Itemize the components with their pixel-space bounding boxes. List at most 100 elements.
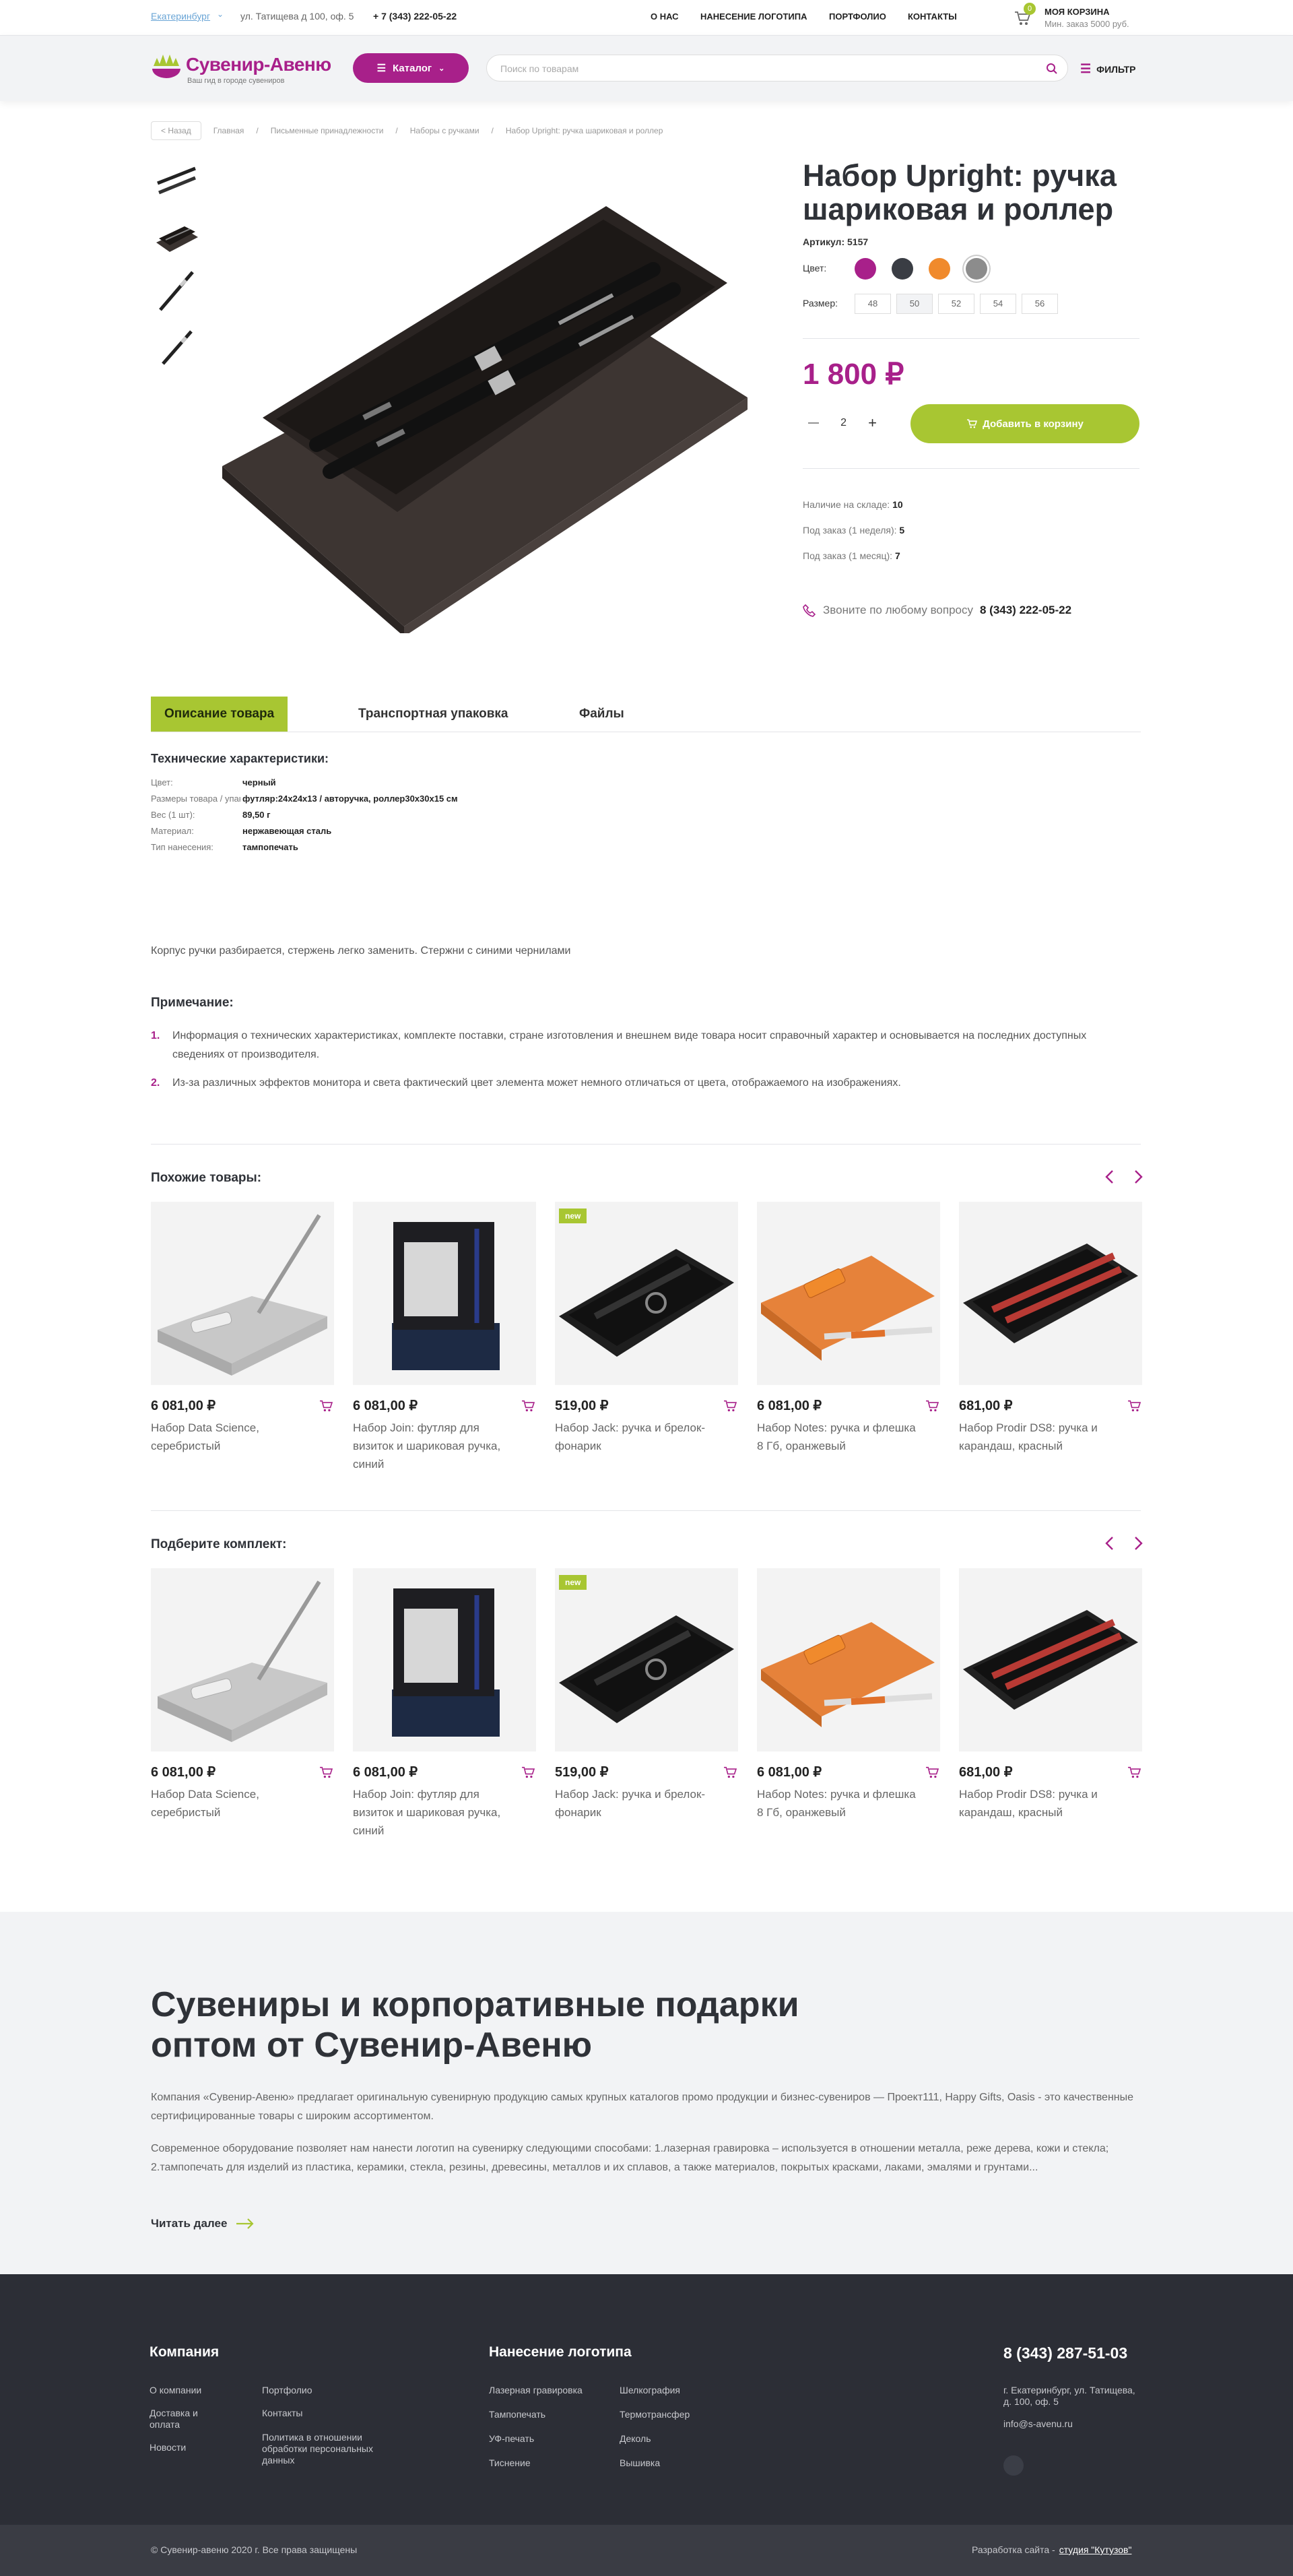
arrow-right-icon[interactable] bbox=[1129, 1535, 1146, 1552]
chevron-down-icon[interactable]: ⌄ bbox=[217, 9, 224, 19]
nav-portfolio[interactable]: ПОРТФОЛИО bbox=[829, 11, 886, 22]
product-card-image[interactable]: new bbox=[555, 1202, 738, 1385]
add-to-cart-icon[interactable] bbox=[319, 1400, 333, 1412]
size-option[interactable]: 52 bbox=[938, 294, 974, 314]
product-card-name[interactable]: Набор Data Science, серебристый bbox=[151, 1419, 312, 1455]
footer-link[interactable]: Контакты bbox=[262, 2408, 302, 2419]
arrow-left-icon[interactable] bbox=[1102, 1168, 1119, 1186]
footer-link[interactable]: Деколь bbox=[620, 2433, 651, 2445]
size-option[interactable]: 54 bbox=[980, 294, 1016, 314]
product-card[interactable]: 6 081,00 ₽ Набор Data Science, серебрист… bbox=[151, 1568, 334, 1819]
footer-link[interactable]: УФ-печать bbox=[489, 2433, 534, 2445]
search-input[interactable]: Поиск по товарам bbox=[486, 55, 1068, 82]
size-option[interactable]: 48 bbox=[855, 294, 891, 314]
read-more-link[interactable]: Читать далее bbox=[151, 2217, 254, 2230]
cart-title[interactable]: МОЯ КОРЗИНА bbox=[1045, 7, 1110, 17]
product-card[interactable]: 6 081,00 ₽ Набор Join: футляр для визито… bbox=[353, 1568, 536, 1837]
catalog-button[interactable]: ☰ Каталог ⌄ bbox=[353, 53, 469, 83]
logo-icon[interactable] bbox=[150, 50, 183, 79]
breadcrumb-writing[interactable]: Письменные принадлежности bbox=[271, 126, 384, 135]
tab-packaging[interactable]: Транспортная упаковка bbox=[358, 697, 508, 732]
footer-link[interactable]: Шелкография bbox=[620, 2385, 680, 2396]
logo-text[interactable]: Сувенир-Авеню bbox=[186, 54, 331, 75]
product-card-image[interactable] bbox=[757, 1202, 940, 1385]
color-swatch-gray[interactable] bbox=[966, 258, 987, 280]
arrow-right-icon[interactable] bbox=[1129, 1168, 1146, 1186]
product-card-name[interactable]: Набор Join: футляр для визиток и шариков… bbox=[353, 1785, 515, 1840]
footer-link[interactable]: Политика в отношении обработки персональ… bbox=[262, 2432, 397, 2466]
nav-contacts[interactable]: КОНТАКТЫ bbox=[908, 11, 957, 22]
tab-description[interactable]: Описание товара bbox=[151, 697, 288, 732]
qty-plus-button[interactable]: + bbox=[863, 414, 882, 432]
add-to-cart-icon[interactable] bbox=[723, 1766, 737, 1778]
footer-link[interactable]: Вышивка bbox=[620, 2457, 660, 2469]
add-to-cart-icon[interactable] bbox=[1127, 1400, 1141, 1412]
header-phone[interactable]: + 7 (343) 222-05-22 bbox=[373, 11, 457, 22]
product-card-name[interactable]: Набор Join: футляр для визиток и шариков… bbox=[353, 1419, 515, 1473]
product-thumbnail[interactable] bbox=[151, 210, 202, 261]
product-main-image[interactable] bbox=[216, 162, 754, 633]
add-to-cart-button[interactable]: Добавить в корзину bbox=[910, 404, 1139, 443]
qty-value[interactable]: 2 bbox=[840, 417, 847, 429]
nav-logo-printing[interactable]: НАНЕСЕНИЕ ЛОГОТИПА bbox=[700, 11, 807, 22]
footer-phone[interactable]: 8 (343) 287-51-03 bbox=[1003, 2344, 1127, 2362]
product-card-name[interactable]: Набор Jack: ручка и брелок-фонарик bbox=[555, 1419, 717, 1455]
add-to-cart-icon[interactable] bbox=[723, 1400, 737, 1412]
footer-link[interactable]: Лазерная гравировка bbox=[489, 2385, 583, 2396]
product-card-name[interactable]: Набор Notes: ручка и флешка 8 Гб, оранже… bbox=[757, 1419, 919, 1455]
breadcrumb-home[interactable]: Главная bbox=[213, 126, 244, 135]
product-card-image[interactable] bbox=[151, 1568, 334, 1751]
add-to-cart-icon[interactable] bbox=[521, 1766, 535, 1778]
product-card-name[interactable]: Набор Prodir DS8: ручка и карандаш, крас… bbox=[959, 1419, 1121, 1455]
product-card-image[interactable]: new bbox=[555, 1568, 738, 1751]
quantity-stepper[interactable]: — 2 + bbox=[803, 410, 882, 437]
product-card[interactable]: 6 081,00 ₽ Набор Join: футляр для визито… bbox=[353, 1202, 536, 1471]
color-swatch-orange[interactable] bbox=[929, 258, 950, 280]
product-card-image[interactable] bbox=[353, 1202, 536, 1385]
footer-link[interactable]: О компании bbox=[150, 2385, 201, 2396]
product-card[interactable]: 681,00 ₽ Набор Prodir DS8: ручка и каран… bbox=[959, 1568, 1142, 1819]
product-card-image[interactable] bbox=[151, 1202, 334, 1385]
size-option-selected[interactable]: 50 bbox=[896, 294, 933, 314]
product-card[interactable]: 6 081,00 ₽ Набор Notes: ручка и флешка 8… bbox=[757, 1202, 940, 1452]
city-selector[interactable]: Екатеринбург bbox=[151, 11, 210, 22]
footer-email[interactable]: info@s-avenu.ru bbox=[1003, 2418, 1073, 2430]
color-swatch-dark[interactable] bbox=[892, 258, 913, 280]
product-card[interactable]: 681,00 ₽ Набор Prodir DS8: ручка и каран… bbox=[959, 1202, 1142, 1452]
add-to-cart-icon[interactable] bbox=[925, 1400, 939, 1412]
breadcrumb-pen-sets[interactable]: Наборы с ручками bbox=[410, 126, 479, 135]
size-option[interactable]: 56 bbox=[1022, 294, 1058, 314]
footer-link[interactable]: Портфолио bbox=[262, 2385, 312, 2396]
product-card-image[interactable] bbox=[959, 1202, 1142, 1385]
product-card-name[interactable]: Набор Jack: ручка и брелок-фонарик bbox=[555, 1785, 717, 1822]
nav-about[interactable]: О НАС bbox=[651, 11, 679, 22]
product-card[interactable]: new 519,00 ₽ Набор Jack: ручка и брелок-… bbox=[555, 1202, 738, 1452]
footer-link[interactable]: Тампопечать bbox=[489, 2409, 545, 2420]
product-card-name[interactable]: Набор Notes: ручка и флешка 8 Гб, оранже… bbox=[757, 1785, 919, 1822]
call-phone[interactable]: 8 (343) 222-05-22 bbox=[980, 604, 1071, 617]
footer-link[interactable]: Доставка и оплата bbox=[150, 2408, 203, 2430]
tab-files[interactable]: Файлы bbox=[579, 697, 624, 732]
product-card-image[interactable] bbox=[757, 1568, 940, 1751]
footer-link[interactable]: Термотрансфер bbox=[620, 2409, 690, 2420]
social-icon[interactable] bbox=[1003, 2455, 1024, 2476]
arrow-left-icon[interactable] bbox=[1102, 1535, 1119, 1552]
footer-link[interactable]: Тиснение bbox=[489, 2457, 531, 2469]
developer-link[interactable]: студия "Кутузов" bbox=[1059, 2544, 1132, 2556]
add-to-cart-icon[interactable] bbox=[1127, 1766, 1141, 1778]
add-to-cart-icon[interactable] bbox=[319, 1766, 333, 1778]
product-thumbnail[interactable] bbox=[151, 155, 202, 206]
product-card-name[interactable]: Набор Data Science, серебристый bbox=[151, 1785, 312, 1822]
qty-minus-button[interactable]: — bbox=[803, 417, 824, 429]
product-card-name[interactable]: Набор Prodir DS8: ручка и карандаш, крас… bbox=[959, 1785, 1121, 1822]
color-swatch-magenta[interactable] bbox=[855, 258, 876, 280]
add-to-cart-icon[interactable] bbox=[521, 1400, 535, 1412]
product-card[interactable]: 6 081,00 ₽ Набор Notes: ручка и флешка 8… bbox=[757, 1568, 940, 1819]
product-card[interactable]: 6 081,00 ₽ Набор Data Science, серебрист… bbox=[151, 1202, 334, 1452]
product-thumbnail[interactable] bbox=[151, 265, 202, 317]
search-icon[interactable] bbox=[1046, 63, 1058, 75]
footer-link[interactable]: Новости bbox=[150, 2442, 186, 2453]
product-thumbnail[interactable] bbox=[151, 321, 202, 372]
filter-button[interactable]: ☰ ФИЛЬТР bbox=[1080, 62, 1136, 76]
add-to-cart-icon[interactable] bbox=[925, 1766, 939, 1778]
